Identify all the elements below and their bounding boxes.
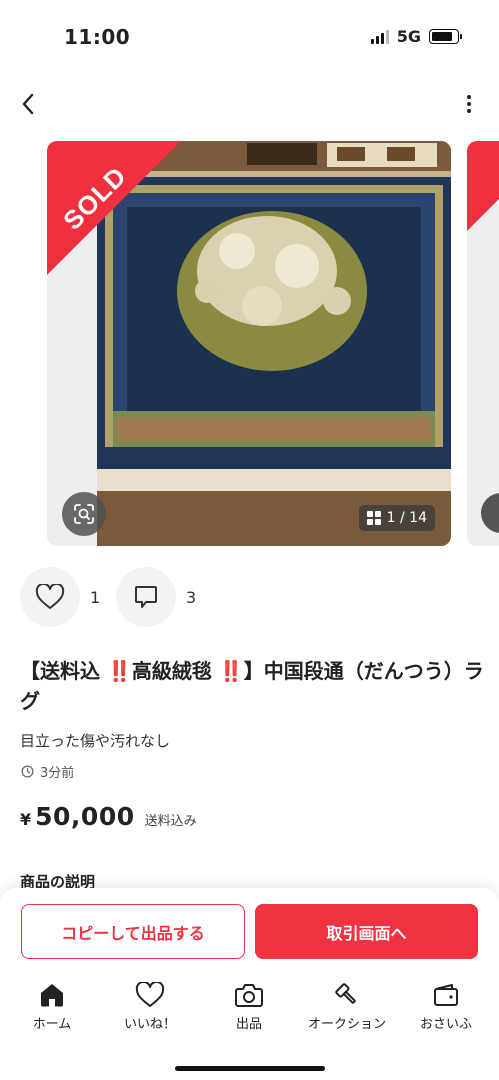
image-search-button: [481, 493, 499, 533]
chevron-left-icon: [22, 93, 34, 115]
price: ¥ 50,000 送料込み: [20, 802, 197, 831]
back-button[interactable]: [12, 88, 44, 120]
tab-wallet[interactable]: おさいふ: [401, 982, 491, 1032]
item-condition: 目立った傷や汚れなし: [20, 732, 171, 750]
dot: [467, 102, 471, 106]
tab-label: オークション: [307, 1017, 386, 1032]
image-search-button[interactable]: [62, 492, 106, 536]
posted-time: 3分前: [21, 762, 74, 781]
comment-button[interactable]: [116, 567, 176, 627]
heart-icon: [35, 584, 65, 609]
network-label: 5G: [396, 27, 421, 46]
tab-label: ホーム: [32, 1017, 72, 1032]
wallet-icon: [434, 984, 458, 1006]
trade-screen-button[interactable]: 取引画面へ: [255, 904, 478, 959]
photo-card[interactable]: SOLD 1 / 14: [47, 141, 451, 546]
tab-label: いいね！: [123, 1017, 176, 1032]
posted-time-text: 3分前: [40, 766, 75, 781]
tab-label: 出品: [235, 1017, 262, 1032]
tab-auction[interactable]: オークション: [302, 982, 392, 1032]
status-indicators: 5G: [370, 27, 462, 46]
status-bar: 11:00 5G: [0, 0, 499, 72]
dot: [467, 109, 471, 113]
photo-counter-text: 1 / 14: [386, 510, 427, 526]
shipping-note: 送料込み: [144, 814, 197, 829]
comment-icon: [135, 586, 157, 608]
home-indicator: [175, 1066, 325, 1071]
grid-icon: [366, 511, 381, 525]
price-currency: ¥: [20, 810, 32, 829]
tab-label: おさいふ: [419, 1017, 472, 1032]
tab-likes[interactable]: いいね！: [105, 982, 195, 1032]
heart-icon: [135, 982, 165, 1007]
comment-count: 3: [186, 588, 197, 607]
copy-listing-button[interactable]: コピーして出品する: [21, 904, 245, 959]
clock-icon: [21, 765, 34, 778]
gavel-icon: [335, 983, 356, 1004]
signal-icon: [370, 29, 389, 44]
more-options-button[interactable]: [459, 88, 479, 120]
photo-counter: 1 / 14: [358, 505, 435, 531]
item-title: 【送料込 ‼️高級絨毯 ‼️】中国段通（だんつう）ラグ: [20, 659, 484, 713]
home-icon: [41, 984, 63, 1007]
photo-carousel[interactable]: SOLD 1 / 14: [0, 141, 499, 546]
like-button[interactable]: [20, 567, 80, 627]
status-time: 11:00: [64, 25, 131, 49]
like-count: 1: [90, 588, 101, 607]
lens-search-icon: [74, 504, 94, 524]
next-photo-card[interactable]: [467, 141, 499, 546]
tab-sell[interactable]: 出品: [204, 982, 294, 1032]
tab-home[interactable]: ホーム: [7, 982, 97, 1032]
tab-bar: ホーム いいね！ 出品 オークション おさいふ: [0, 968, 499, 1080]
price-value: 50,000: [35, 802, 135, 831]
action-bar: コピーして出品する 取引画面へ: [0, 888, 499, 968]
battery-icon: [429, 29, 462, 44]
dot: [467, 95, 471, 99]
sold-ribbon: [467, 141, 499, 231]
camera-icon: [235, 984, 263, 1007]
